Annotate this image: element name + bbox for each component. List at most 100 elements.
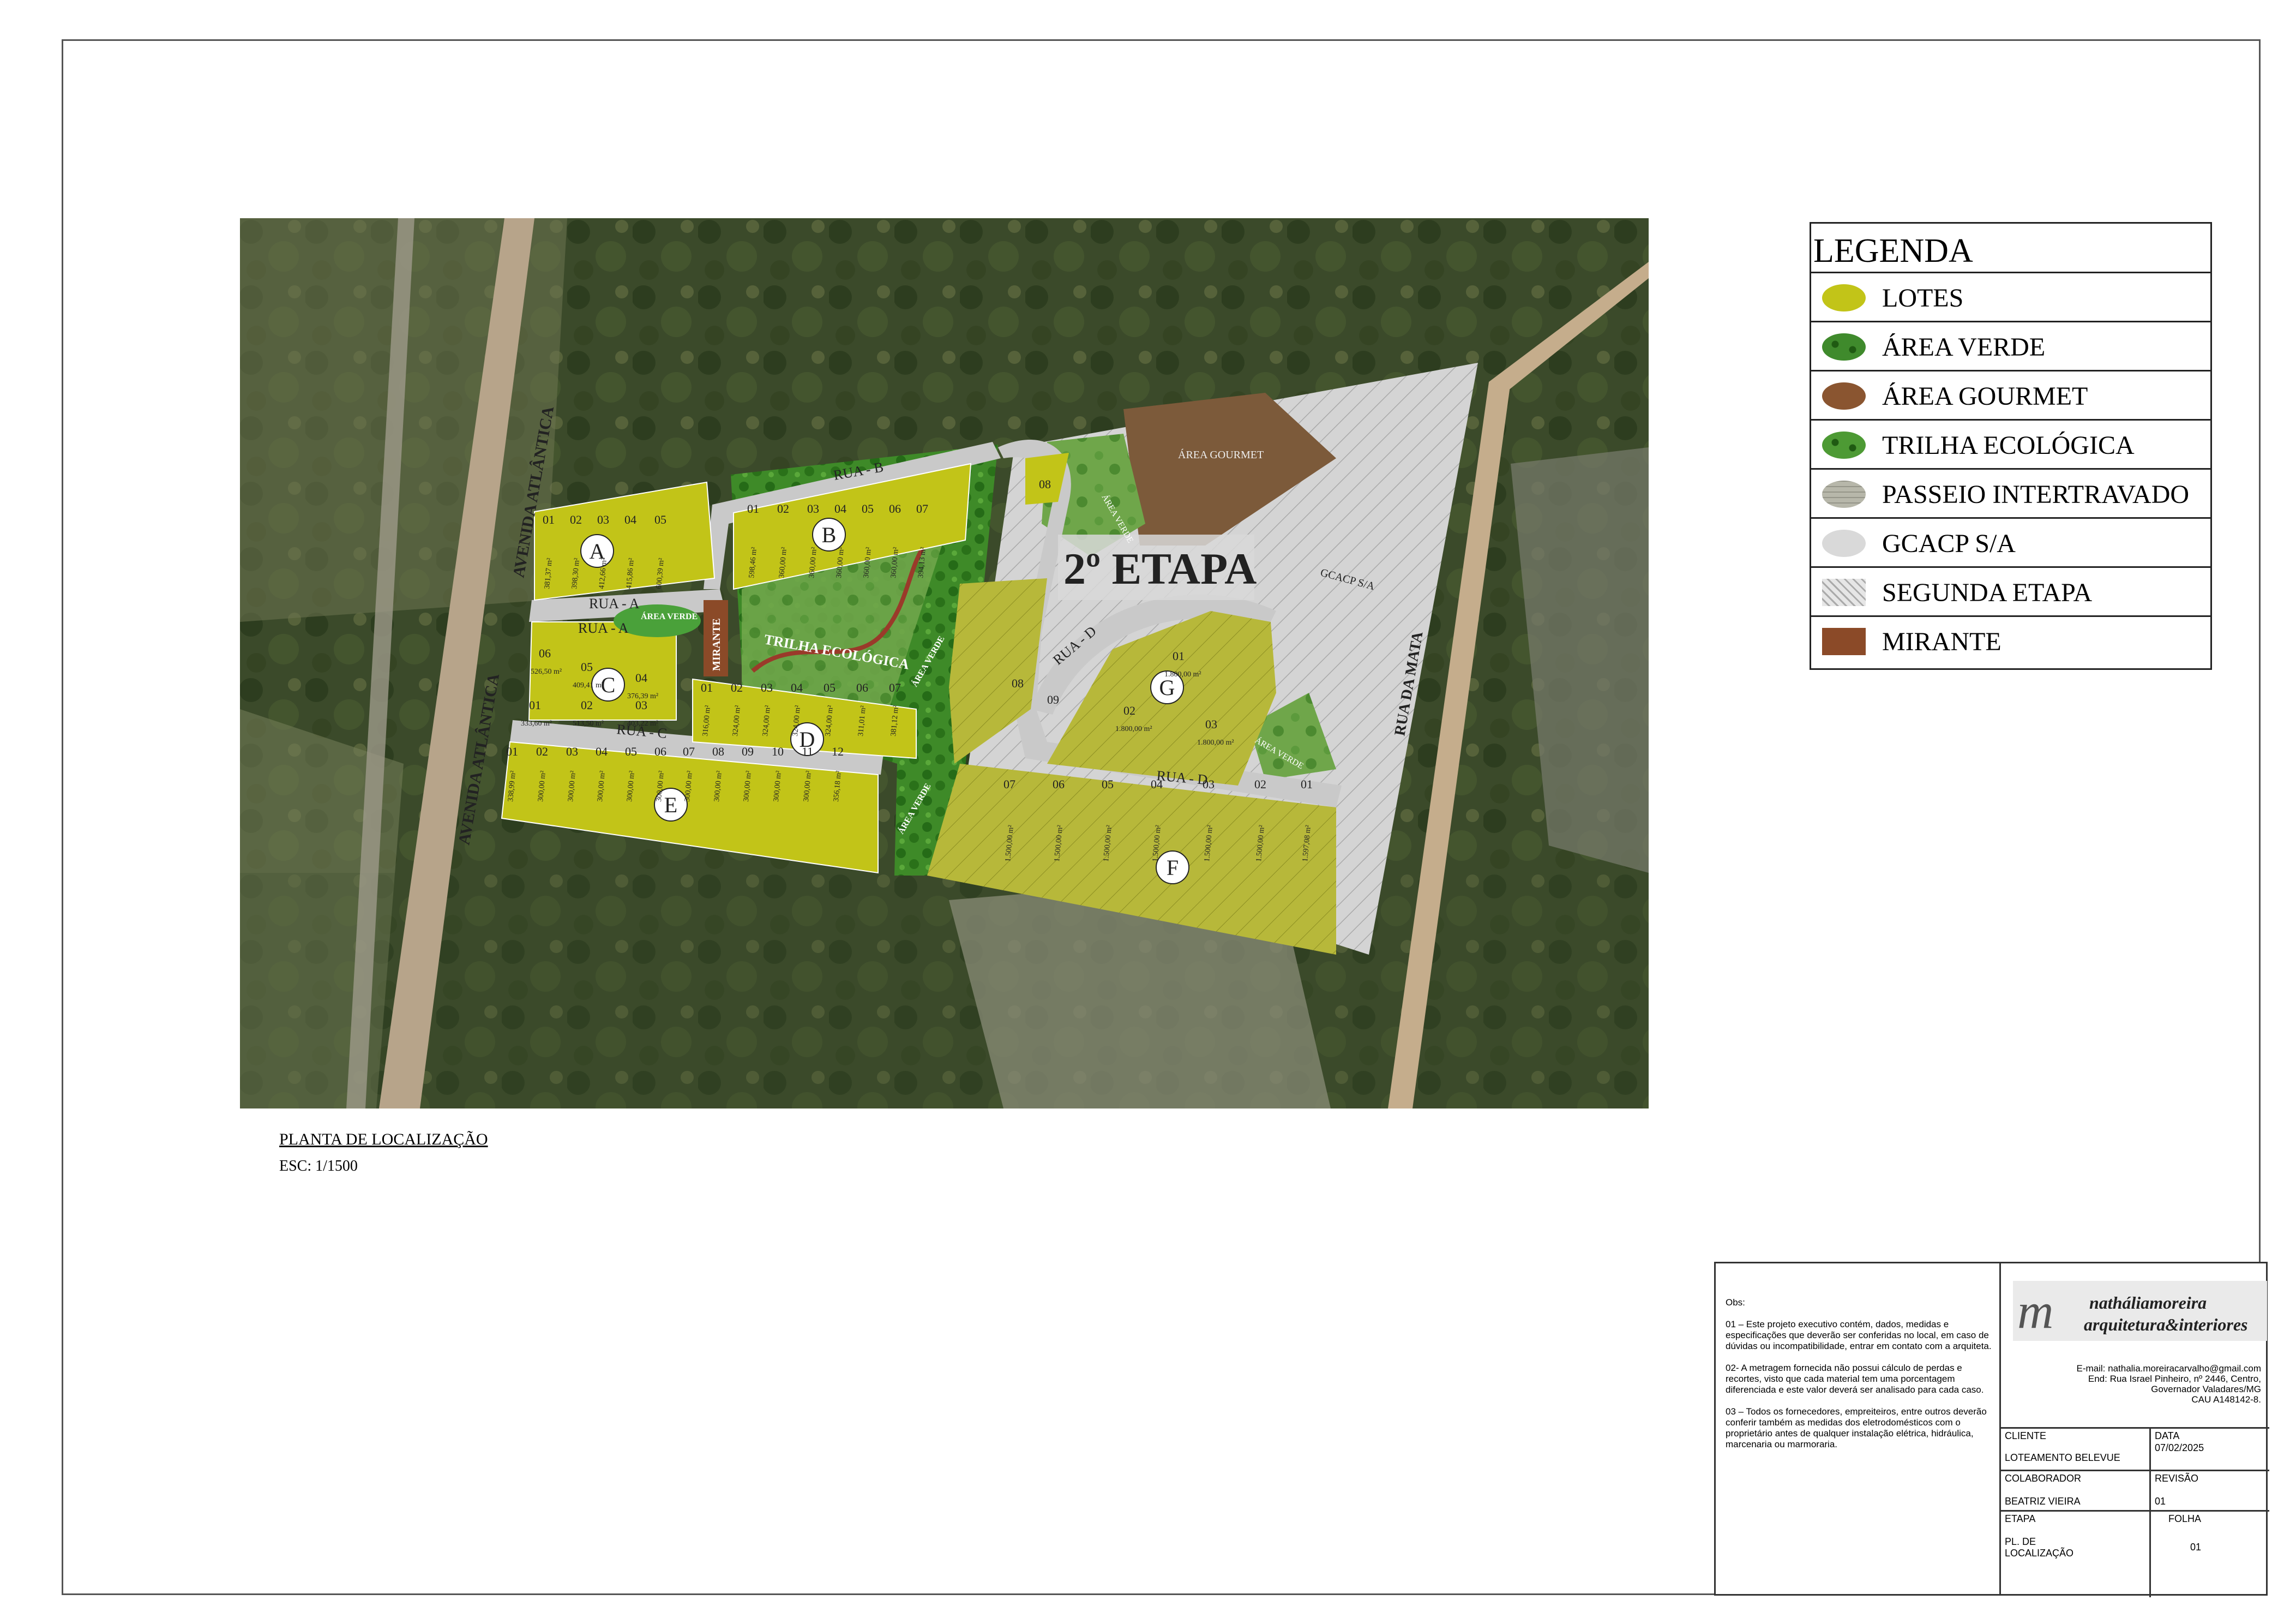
lot-number: 07 <box>889 681 901 694</box>
lot-number: 04 <box>791 681 803 694</box>
lot-area: 333,60 m² <box>521 720 552 728</box>
legend-label: SEGUNDA ETAPA <box>1882 578 2093 607</box>
lot-area: 1.800,00 m² <box>1197 739 1234 747</box>
obs-heading: Obs: <box>1726 1297 1745 1308</box>
block-g-letter: G <box>1159 675 1175 700</box>
legend-row: SEGUNDA ETAPA <box>1811 566 2210 615</box>
folha-label: FOLHA <box>2168 1513 2202 1524</box>
lot-number: 05 <box>625 745 637 758</box>
site-map: AVENIDA ATLÂNTICA AVENIDA ATLÂNTICA RUA - … <box>240 218 1649 1108</box>
lot-number: 06 <box>1053 777 1065 791</box>
lot-08-left: 08 <box>1012 676 1024 690</box>
lot-number: 03 <box>807 502 819 516</box>
lot-number: 06 <box>654 745 666 758</box>
street-label-rua-a-2: RUA - A <box>578 620 629 636</box>
contact-info: E-mail: nathalia.moreiracarvalho@gmail.c… <box>2021 1363 2262 1405</box>
plan-title: PLANTA DE LOCALIZAÇÃO <box>279 1130 488 1148</box>
note-1: 01 – Este projeto executivo contém, dado… <box>1726 1319 1992 1351</box>
lot-number: 01 <box>747 502 759 516</box>
lot-area: 513,50 m² <box>573 720 604 728</box>
lot-number: 03 <box>761 681 773 694</box>
etapa-label: ETAPA <box>2005 1513 2036 1524</box>
lot-number: 03 <box>1205 717 1217 731</box>
legend-label: TRILHA ECOLÓGICA <box>1882 431 2135 460</box>
lot-number: 02 <box>777 502 789 516</box>
segunda-etapa-swatch <box>1822 579 1866 606</box>
notes-section: Obs: 01 – Este projeto executivo contém,… <box>1726 1297 1998 1461</box>
area-verde-swatch <box>1822 333 1866 361</box>
area-gourmet-label: ÁREA GOURMET <box>1178 448 1264 461</box>
legend-label: GCACP S/A <box>1882 529 2016 558</box>
passeio-swatch <box>1822 481 1866 508</box>
lot-number: 07 <box>1003 777 1015 791</box>
lot-number: 05 <box>1102 777 1114 791</box>
lot-number: 04 <box>624 513 636 526</box>
company-logo: m natháliamoreira arquitetura&interiores <box>2013 1281 2267 1341</box>
block-b-letter: B <box>822 523 837 547</box>
area-gourmet-swatch <box>1822 382 1866 410</box>
lot-number: 01 <box>701 681 713 694</box>
mirante-label: MIRANTE <box>711 618 723 671</box>
legend-row: MIRANTE <box>1811 615 2210 670</box>
legend-label: ÁREA VERDE <box>1882 333 2046 362</box>
colaborador-label: COLABORADOR <box>2005 1473 2082 1484</box>
lot-area: 409,41 m² <box>573 681 604 690</box>
area-verde-label-1: ÁREA VERDE <box>641 611 698 621</box>
contact-email: E-mail: nathalia.moreiracarvalho@gmail.c… <box>2076 1363 2262 1374</box>
lot-area: 526,50 m² <box>531 668 562 676</box>
lot-number: 06 <box>539 646 551 660</box>
colaborador-value: BEATRIZ VIEIRA <box>2005 1496 2081 1507</box>
etapa-2-label: 2º ETAPA <box>1063 544 1257 594</box>
lot-number: 05 <box>824 681 836 694</box>
legend-label: ÁREA GOURMET <box>1882 382 2088 411</box>
lot-08-upper: 08 <box>1039 477 1051 491</box>
mirante-swatch <box>1822 628 1866 655</box>
lot-number: 04 <box>834 502 846 516</box>
lot-number: 05 <box>581 660 593 674</box>
lot-number: 01 <box>506 745 518 758</box>
lot-number: 01 <box>1301 777 1313 791</box>
lot-number: 04 <box>1151 777 1163 791</box>
legend-label: MIRANTE <box>1882 627 2002 656</box>
lot-number: 01 <box>543 513 555 526</box>
note-3: 03 – Todos os fornecedores, empreiteiros… <box>1726 1406 1987 1449</box>
trilha-swatch <box>1822 432 1866 459</box>
lot-area: 376,39 m² <box>627 692 658 700</box>
lot-number: 07 <box>916 502 928 516</box>
lot-number: 05 <box>862 502 874 516</box>
gcacp-swatch <box>1822 530 1866 557</box>
note-2: 02- A metragem fornecida não possui cálc… <box>1726 1363 1984 1395</box>
lot-number: 06 <box>889 502 901 516</box>
lot-number: 04 <box>635 671 647 685</box>
lot-number: 02 <box>570 513 582 526</box>
lot-number: 11 <box>802 745 813 758</box>
lot-number: 09 <box>742 745 754 758</box>
cliente-label: CLIENTE <box>2005 1430 2047 1441</box>
lot-number: 08 <box>712 745 724 758</box>
lot-number: 02 <box>581 698 593 712</box>
contact-address: End: Rua Israel Pinheiro, nº 2446, Centr… <box>2088 1374 2261 1384</box>
logo-mark: m <box>2017 1283 2054 1339</box>
revisao-label: REVISÃO <box>2155 1473 2199 1484</box>
lot-number: 02 <box>731 681 743 694</box>
data-value: 07/02/2025 <box>2155 1442 2204 1453</box>
lot-number: 12 <box>832 745 844 758</box>
legend-row: GCACP S/A <box>1811 517 2210 566</box>
legend-row: ÁREA VERDE <box>1811 321 2210 370</box>
lot-09-left: 09 <box>1047 693 1059 706</box>
legend-row: LOTES <box>1811 272 2210 321</box>
lot-number: 05 <box>654 513 666 526</box>
lot-area: 1.800,00 m² <box>1164 670 1201 679</box>
lot-area: 403,22 m² <box>627 720 658 728</box>
block-e-letter: E <box>664 793 677 817</box>
revisao-value: 01 <box>2155 1496 2166 1507</box>
legend-label: LOTES <box>1882 284 1964 313</box>
lot-number: 06 <box>856 681 868 694</box>
legend-label: PASSEIO INTERTRAVADO <box>1882 480 2190 509</box>
legend-row: ÁREA GOURMET <box>1811 370 2210 419</box>
street-label-rua-a: RUA - A <box>589 596 640 612</box>
contact-cau: CAU A148142-8. <box>2191 1394 2261 1405</box>
plan-scale: ESC: 1/1500 <box>279 1158 358 1174</box>
legend-panel: LEGENDA LOTES ÁREA VERDE ÁREA GOURMET TRILH… <box>1810 222 2212 670</box>
lot-number: 03 <box>1203 777 1215 791</box>
